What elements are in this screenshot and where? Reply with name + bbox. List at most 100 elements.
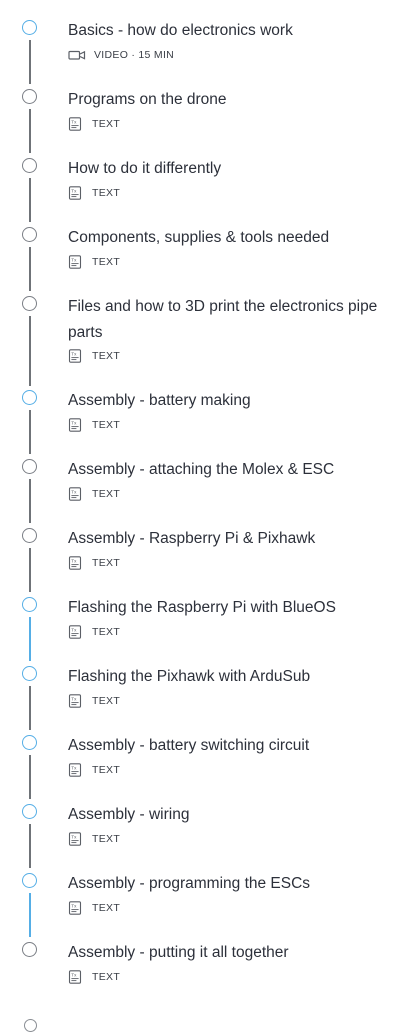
lesson-item-components[interactable]: Components, supplies & tools needed Tx T…: [0, 225, 413, 291]
svg-text:Tx: Tx: [71, 420, 77, 425]
lesson-type-label: TEXT: [92, 557, 121, 569]
timeline-connector: [29, 479, 31, 523]
timeline-connector: [29, 316, 31, 386]
lesson-timeline: Basics - how do electronics work VIDEO ·…: [0, 0, 413, 1032]
lesson-type-label: TEXT: [92, 419, 121, 431]
lesson-type-label: TEXT: [92, 764, 121, 776]
lesson-meta: Tx TEXT: [68, 832, 120, 846]
lesson-title[interactable]: Files and how to 3D print the electronic…: [68, 294, 388, 346]
svg-text:Tx: Tx: [71, 188, 77, 193]
lesson-item-flashing-ardusub[interactable]: Flashing the Pixhawk with ArduSub Tx TEX…: [0, 664, 413, 730]
text-document-icon: Tx: [68, 117, 82, 131]
svg-text:Tx: Tx: [71, 257, 77, 262]
lesson-title[interactable]: Assembly - battery switching circuit: [68, 733, 388, 759]
svg-text:Tx: Tx: [71, 903, 77, 908]
lesson-meta: Tx TEXT: [68, 349, 120, 363]
lesson-title[interactable]: Assembly - putting it all together: [68, 940, 388, 966]
svg-text:Tx: Tx: [71, 972, 77, 977]
timeline-connector: [29, 40, 31, 84]
lesson-type-label: TEXT: [92, 902, 121, 914]
lesson-item-3d-print-files[interactable]: Files and how to 3D print the electronic…: [0, 294, 413, 386]
text-document-icon: Tx: [68, 255, 82, 269]
lesson-title[interactable]: How to do it differently: [68, 156, 388, 182]
text-document-icon: Tx: [68, 556, 82, 570]
lesson-title[interactable]: Assembly - wiring: [68, 802, 388, 828]
text-document-icon: Tx: [68, 832, 82, 846]
video-camera-icon: [68, 48, 86, 62]
lesson-status-circle-icon: [22, 158, 37, 173]
lesson-type-label: TEXT: [92, 187, 121, 199]
lesson-status-circle-icon: [22, 528, 37, 543]
lesson-item-basics[interactable]: Basics - how do electronics work VIDEO ·…: [0, 18, 413, 84]
lesson-item-raspberry-pixhawk[interactable]: Assembly - Raspberry Pi & Pixhawk Tx TEX…: [0, 526, 413, 592]
lesson-meta: Tx TEXT: [68, 117, 120, 131]
lesson-meta: Tx TEXT: [68, 487, 120, 501]
lesson-meta: Tx TEXT: [68, 763, 120, 777]
next-lesson-circle-icon: [24, 1019, 37, 1032]
svg-text:Tx: Tx: [71, 696, 77, 701]
timeline-connector: [29, 247, 31, 291]
lesson-status-circle-icon: [22, 459, 37, 474]
lesson-title[interactable]: Assembly - attaching the Molex & ESC: [68, 457, 388, 483]
lesson-title[interactable]: Programs on the drone: [68, 87, 388, 113]
timeline-connector: [29, 617, 31, 661]
lesson-type-label: TEXT: [92, 350, 121, 362]
svg-text:Tx: Tx: [71, 834, 77, 839]
lesson-item-how-to-do-it-differently[interactable]: How to do it differently Tx TEXT: [0, 156, 413, 222]
lesson-item-programming-escs[interactable]: Assembly - programming the ESCs Tx TEXT: [0, 871, 413, 937]
timeline-connector: [29, 824, 31, 868]
lesson-status-circle-icon: [22, 20, 37, 35]
lesson-meta: Tx TEXT: [68, 625, 120, 639]
lesson-title[interactable]: Basics - how do electronics work: [68, 18, 388, 44]
lesson-meta: Tx TEXT: [68, 255, 120, 269]
svg-text:Tx: Tx: [71, 765, 77, 770]
svg-text:Tx: Tx: [71, 489, 77, 494]
svg-text:Tx: Tx: [71, 558, 77, 563]
lesson-type-label: VIDEO · 15 MIN: [94, 49, 175, 61]
lesson-status-circle-icon: [22, 942, 37, 957]
lesson-status-circle-icon: [22, 390, 37, 405]
lesson-status-circle-icon: [22, 873, 37, 888]
svg-text:Tx: Tx: [71, 627, 77, 632]
timeline-connector: [29, 410, 31, 454]
lesson-type-label: TEXT: [92, 695, 121, 707]
lesson-meta: Tx TEXT: [68, 186, 120, 200]
svg-text:Tx: Tx: [71, 351, 77, 356]
lesson-status-circle-icon: [22, 597, 37, 612]
lesson-item-molex-esc[interactable]: Assembly - attaching the Molex & ESC Tx …: [0, 457, 413, 523]
lesson-item-programs[interactable]: Programs on the drone Tx TEXT: [0, 87, 413, 153]
lesson-item-wiring[interactable]: Assembly - wiring Tx TEXT: [0, 802, 413, 868]
lesson-title[interactable]: Assembly - battery making: [68, 388, 388, 414]
timeline-connector: [29, 893, 31, 937]
lesson-type-label: TEXT: [92, 256, 121, 268]
lesson-title[interactable]: Assembly - programming the ESCs: [68, 871, 388, 897]
lesson-status-circle-icon: [22, 227, 37, 242]
lesson-status-circle-icon: [22, 296, 37, 311]
timeline-connector: [29, 548, 31, 592]
lesson-meta: Tx TEXT: [68, 556, 120, 570]
lesson-title[interactable]: Components, supplies & tools needed: [68, 225, 388, 251]
lesson-meta: VIDEO · 15 MIN: [68, 48, 174, 62]
lesson-item-putting-together[interactable]: Assembly - putting it all together Tx TE…: [0, 940, 413, 990]
lesson-item-battery-making[interactable]: Assembly - battery making Tx TEXT: [0, 388, 413, 454]
text-document-icon: Tx: [68, 763, 82, 777]
svg-text:Tx: Tx: [71, 119, 77, 124]
lesson-title[interactable]: Assembly - Raspberry Pi & Pixhawk: [68, 526, 388, 552]
text-document-icon: Tx: [68, 625, 82, 639]
lesson-meta: Tx TEXT: [68, 970, 120, 984]
lesson-title[interactable]: Flashing the Raspberry Pi with BlueOS: [68, 595, 388, 621]
lesson-status-circle-icon: [22, 89, 37, 104]
text-document-icon: Tx: [68, 186, 82, 200]
lesson-item-flashing-blueos[interactable]: Flashing the Raspberry Pi with BlueOS Tx…: [0, 595, 413, 661]
lesson-meta: Tx TEXT: [68, 694, 120, 708]
timeline-connector: [29, 109, 31, 153]
timeline-connector: [29, 178, 31, 222]
lesson-type-label: TEXT: [92, 971, 121, 983]
lesson-type-label: TEXT: [92, 488, 121, 500]
timeline-connector: [29, 755, 31, 799]
text-document-icon: Tx: [68, 694, 82, 708]
lesson-title[interactable]: Flashing the Pixhawk with ArduSub: [68, 664, 388, 690]
lesson-type-label: TEXT: [92, 118, 121, 130]
lesson-item-battery-switching[interactable]: Assembly - battery switching circuit Tx …: [0, 733, 413, 799]
lesson-status-circle-icon: [22, 804, 37, 819]
